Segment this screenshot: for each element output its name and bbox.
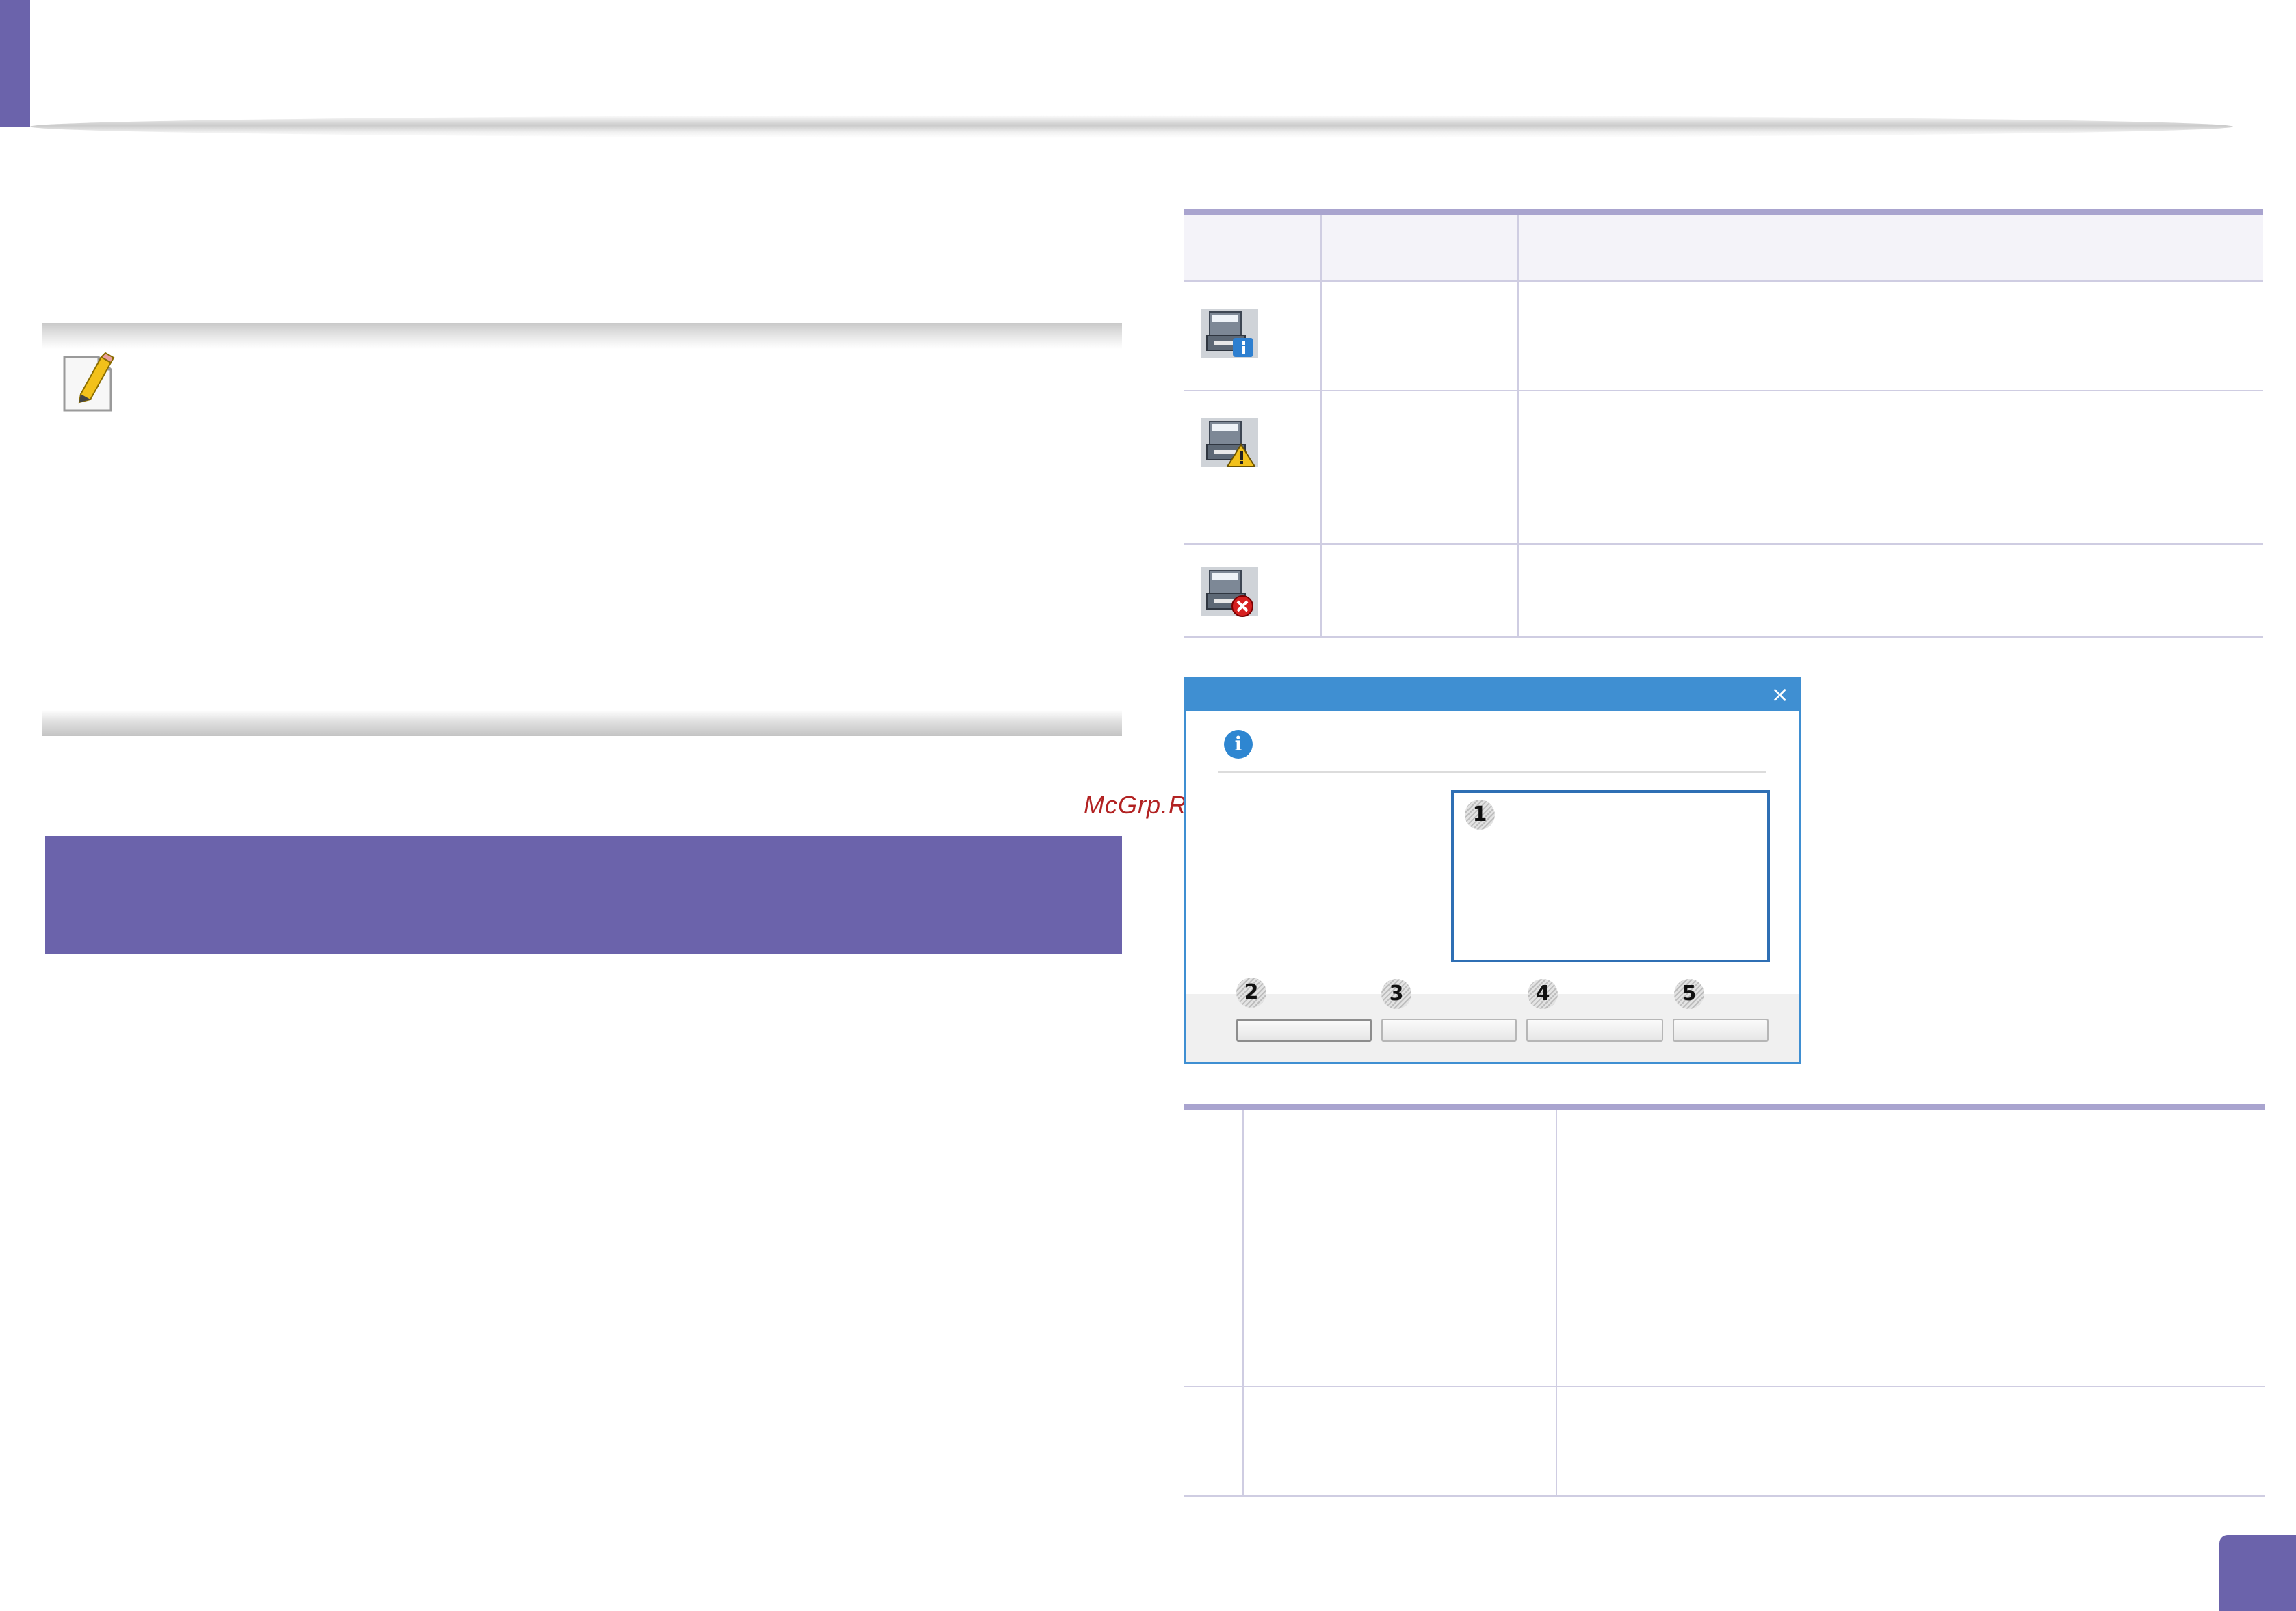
- table-row: [1184, 281, 2263, 391]
- printer-info-icon: [1201, 309, 1258, 358]
- header-rule: [30, 115, 2233, 138]
- table-cell: [1321, 544, 1519, 638]
- printer-warning-icon: [1201, 418, 1258, 467]
- callout-badge: 4: [1528, 979, 1558, 1009]
- info-icon: i: [1224, 730, 1253, 759]
- page-number-tab: [2219, 1535, 2296, 1611]
- dialog-button-5[interactable]: [1673, 1019, 1769, 1042]
- table-cell: [1518, 281, 2263, 391]
- header-cell: [1184, 212, 1322, 282]
- table-cell: [1184, 391, 1322, 545]
- table-cell: [1184, 544, 1322, 638]
- table-cell: [1321, 281, 1519, 391]
- table-cell: [1184, 281, 1322, 391]
- callout-badge: 2: [1236, 978, 1266, 1008]
- dialog-button-2[interactable]: [1236, 1019, 1372, 1042]
- table-cell: [1556, 1107, 2265, 1387]
- table-cell: [1556, 1387, 2265, 1497]
- table-cell: [1243, 1387, 1557, 1497]
- callout-badge: 5: [1674, 979, 1704, 1009]
- section-heading-block: [45, 836, 1122, 954]
- header-cell: [1518, 212, 2263, 282]
- table-header-row: [1184, 212, 2263, 282]
- table-row: [1184, 391, 2263, 545]
- status-icon-table: [1184, 209, 2263, 638]
- table-cell: [1321, 391, 1519, 545]
- note-box-top-bar: [42, 323, 1122, 349]
- table-cell: [1184, 1107, 1244, 1387]
- dialog-button-4[interactable]: [1526, 1019, 1663, 1042]
- table-cell: [1184, 1387, 1244, 1497]
- dialog-button-3[interactable]: [1381, 1019, 1517, 1042]
- table-row: [1184, 1387, 2265, 1497]
- printer-error-icon: [1201, 567, 1258, 617]
- callout-badge: 1: [1465, 800, 1495, 830]
- dialog-title-bar: [1186, 679, 1799, 711]
- table-cell: [1518, 544, 2263, 638]
- note-box-bottom-bar: [42, 710, 1122, 736]
- callout-legend-table: [1184, 1104, 2265, 1497]
- header-corner-tab: [0, 0, 30, 127]
- close-icon[interactable]: ×: [1771, 682, 1789, 707]
- status-dialog-screenshot: × i 1 2 3 4 5: [1184, 677, 1801, 1064]
- callout-badge: 3: [1381, 979, 1411, 1009]
- table-row: [1184, 544, 2263, 638]
- table-cell: [1243, 1107, 1557, 1387]
- dialog-message-area: [1451, 790, 1770, 962]
- dialog-separator: [1218, 771, 1766, 773]
- note-pencil-icon: [63, 352, 115, 412]
- header-cell: [1321, 212, 1519, 282]
- table-row: [1184, 1107, 2265, 1387]
- table-cell: [1518, 391, 2263, 545]
